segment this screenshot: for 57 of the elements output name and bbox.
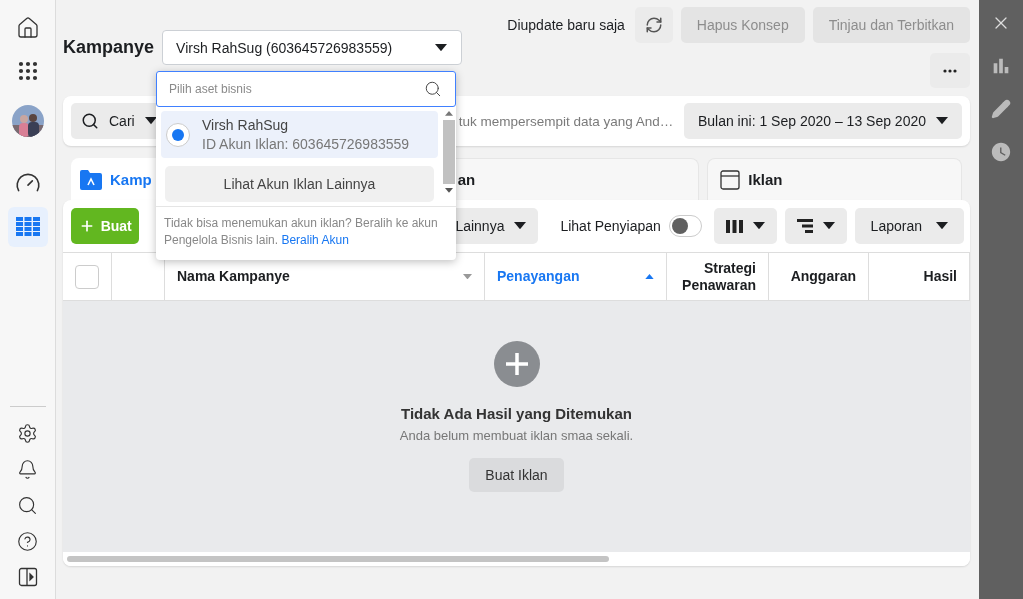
- filter-field[interactable]: tuk mempersempit data yang And…: [458, 113, 684, 129]
- caret-icon: [936, 117, 948, 125]
- setup-toggle[interactable]: [668, 215, 702, 237]
- column-header[interactable]: Penayangan: [485, 253, 667, 300]
- update-status: Diupdate baru saja: [507, 17, 625, 33]
- radio-button[interactable]: [166, 122, 190, 147]
- select-all-checkbox[interactable]: [75, 264, 99, 289]
- breakdown-icon: [796, 219, 813, 233]
- scroll-up-icon: [445, 111, 453, 116]
- pencil-icon[interactable]: [991, 99, 1011, 119]
- window-icon: [720, 169, 741, 190]
- columns-icon: [725, 219, 743, 233]
- account-select[interactable]: Virsh RahSug (603645726983559): [162, 30, 463, 65]
- folder-icon: [80, 169, 102, 190]
- column-header[interactable]: Hasil: [869, 253, 970, 300]
- caret-icon: [822, 222, 835, 230]
- create-ad-button[interactable]: Buat Iklan: [469, 458, 564, 492]
- caret-icon: [144, 117, 157, 125]
- table-icon: [15, 217, 40, 237]
- caret-icon: [752, 222, 765, 230]
- caret-icon: [435, 43, 448, 52]
- clock-icon[interactable]: [990, 141, 1012, 163]
- refresh-icon: [644, 16, 663, 34]
- sort-icon: [463, 273, 472, 280]
- more-accounts-button[interactable]: Lihat Akun Iklan Lainnya: [165, 166, 434, 202]
- search-icon: [424, 80, 442, 98]
- caret-icon: [936, 222, 948, 230]
- column-header[interactable]: Strategi Penawaran: [667, 253, 769, 300]
- caret-icon: [514, 222, 527, 230]
- tab[interactable]: Iklan: [707, 158, 962, 200]
- column-header[interactable]: Anggaran: [769, 253, 869, 300]
- add-icon: [493, 341, 540, 387]
- page-title: Kampanye: [63, 37, 155, 58]
- search-icon: [17, 494, 38, 516]
- columns-button[interactable]: [713, 208, 777, 244]
- switch-account-link[interactable]: Beralih Akun: [281, 233, 349, 248]
- search-icon: [81, 112, 99, 130]
- settings-icon: [17, 422, 38, 444]
- toggle-label: Lihat Penyiapan: [560, 218, 661, 234]
- scrollbar[interactable]: [67, 556, 609, 562]
- help-icon: [17, 530, 38, 552]
- empty-title: Tidak Ada Hasil yang Ditemukan: [401, 405, 632, 422]
- sort-asc-icon: [645, 273, 654, 280]
- more-icon: [943, 68, 957, 73]
- home-icon: [15, 16, 40, 40]
- account-option[interactable]: Virsh RahSug ID Akun Iklan: 603645726983559: [161, 111, 438, 158]
- breakdown-button[interactable]: [784, 208, 847, 244]
- date-range-button[interactable]: Bulan ini: 1 Sep 2020 – 13 Sep 2020: [683, 103, 962, 139]
- report-button[interactable]: Laporan: [854, 208, 964, 244]
- panel-icon: [17, 567, 38, 587]
- account-id: ID Akun Iklan: 603645726983559: [202, 136, 410, 152]
- refresh-button[interactable]: [634, 7, 673, 43]
- bell-icon: [17, 458, 38, 480]
- scroll-down-icon: [445, 187, 453, 193]
- empty-message: Anda belum membuat iklan smaa sekali.: [399, 428, 634, 443]
- account-name: Virsh RahSug: [202, 117, 290, 133]
- account-search-field[interactable]: Pilih aset bisnis: [156, 71, 456, 107]
